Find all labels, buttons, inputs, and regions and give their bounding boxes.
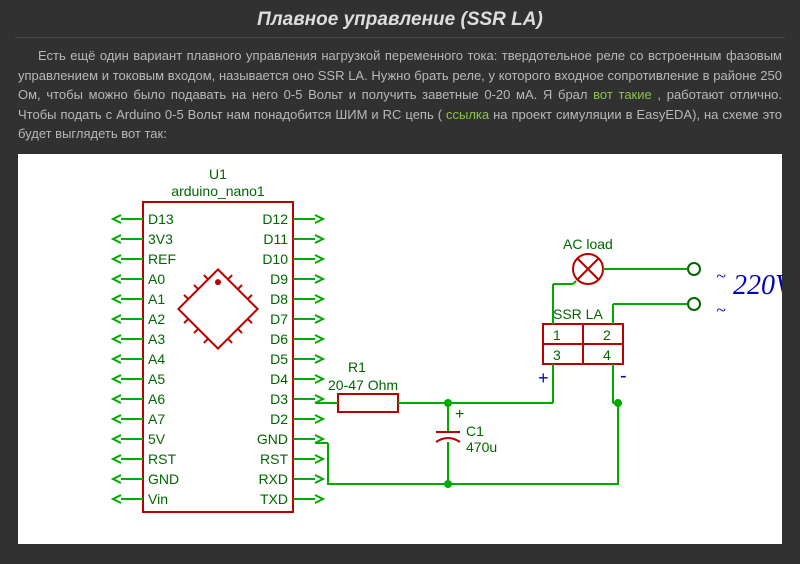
right-pin-TXD: TXD <box>260 491 288 507</box>
right-pin-GND: GND <box>257 431 288 447</box>
ssr-pin-4: 4 <box>603 347 611 363</box>
section-title: Плавное управление (SSR LA) <box>15 0 785 38</box>
right-pin-RXD: RXD <box>258 471 288 487</box>
ssr-pin-3: 3 <box>553 347 561 363</box>
ssr-minus: - <box>620 365 627 387</box>
right-pin-D6: D6 <box>270 331 288 347</box>
u1-name: arduino_nano1 <box>171 183 265 199</box>
r1-ref: R1 <box>348 359 366 375</box>
left-pin-5V: 5V <box>148 431 166 447</box>
svg-text:~: ~ <box>716 300 726 320</box>
circuit-schematic: U1 arduino_nano1 D13 3V3 REF A0 A1 A2 A3 A4 A5 A6… <box>18 154 782 544</box>
link-product[interactable]: вот такие <box>593 87 652 102</box>
left-pin-Vin: Vin <box>148 491 168 507</box>
left-pin-A4: A4 <box>148 351 165 367</box>
left-pin-D13: D13 <box>148 211 174 227</box>
right-pin-D11: D11 <box>263 231 288 247</box>
right-pin-group: D12 D11 D10 D9 D8 D7 D6 D5 D4 D3 D2 GND RST RXD TXD <box>257 211 323 507</box>
left-pin-REF: REF <box>148 251 176 267</box>
right-pin-D9: D9 <box>270 271 288 287</box>
description-paragraph: Есть ещё один вариант плавного управлени… <box>0 46 800 144</box>
left-pin-3V3: 3V3 <box>148 231 173 247</box>
ac-load-label: AC load <box>563 236 613 252</box>
left-pin-A0: A0 <box>148 271 165 287</box>
voltage-label: 220V <box>733 270 782 301</box>
u1-ref: U1 <box>209 166 227 182</box>
right-pin-D7: D7 <box>270 311 288 327</box>
right-pin-D12: D12 <box>262 211 288 227</box>
left-pin-A3: A3 <box>148 331 165 347</box>
svg-text:~: ~ <box>716 266 726 286</box>
left-pin-A5: A5 <box>148 371 165 387</box>
left-pin-A1: A1 <box>148 291 165 307</box>
r1-body <box>338 394 398 412</box>
svg-text:+: + <box>455 406 464 423</box>
right-pin-D2: D2 <box>270 411 288 427</box>
right-pin-RST: RST <box>260 451 288 467</box>
ssr-label: SSR LA <box>553 306 603 322</box>
right-pin-D4: D4 <box>270 371 288 387</box>
c1-val: 470u <box>466 439 497 455</box>
ssr-pin-1: 1 <box>553 327 561 343</box>
right-pin-D5: D5 <box>270 351 288 367</box>
right-pin-D3: D3 <box>270 391 288 407</box>
r1-val: 20-47 Ohm <box>328 377 398 393</box>
ssr-plus: + <box>538 368 549 388</box>
c1-ref: C1 <box>466 423 484 439</box>
ssr-pin-2: 2 <box>603 327 611 343</box>
right-pin-D8: D8 <box>270 291 288 307</box>
link-easyeda[interactable]: ссылка <box>446 107 489 122</box>
left-pin-A6: A6 <box>148 391 165 407</box>
left-pin-group: D13 3V3 REF A0 A1 A2 A3 A4 A5 A6 A7 5V RST GND Vin <box>113 211 179 507</box>
left-pin-GND: GND <box>148 471 179 487</box>
left-pin-A7: A7 <box>148 411 165 427</box>
right-pin-D10: D10 <box>262 251 288 267</box>
left-pin-A2: A2 <box>148 311 165 327</box>
c1: + C1 470u <box>436 399 497 484</box>
left-pin-RST: RST <box>148 451 176 467</box>
